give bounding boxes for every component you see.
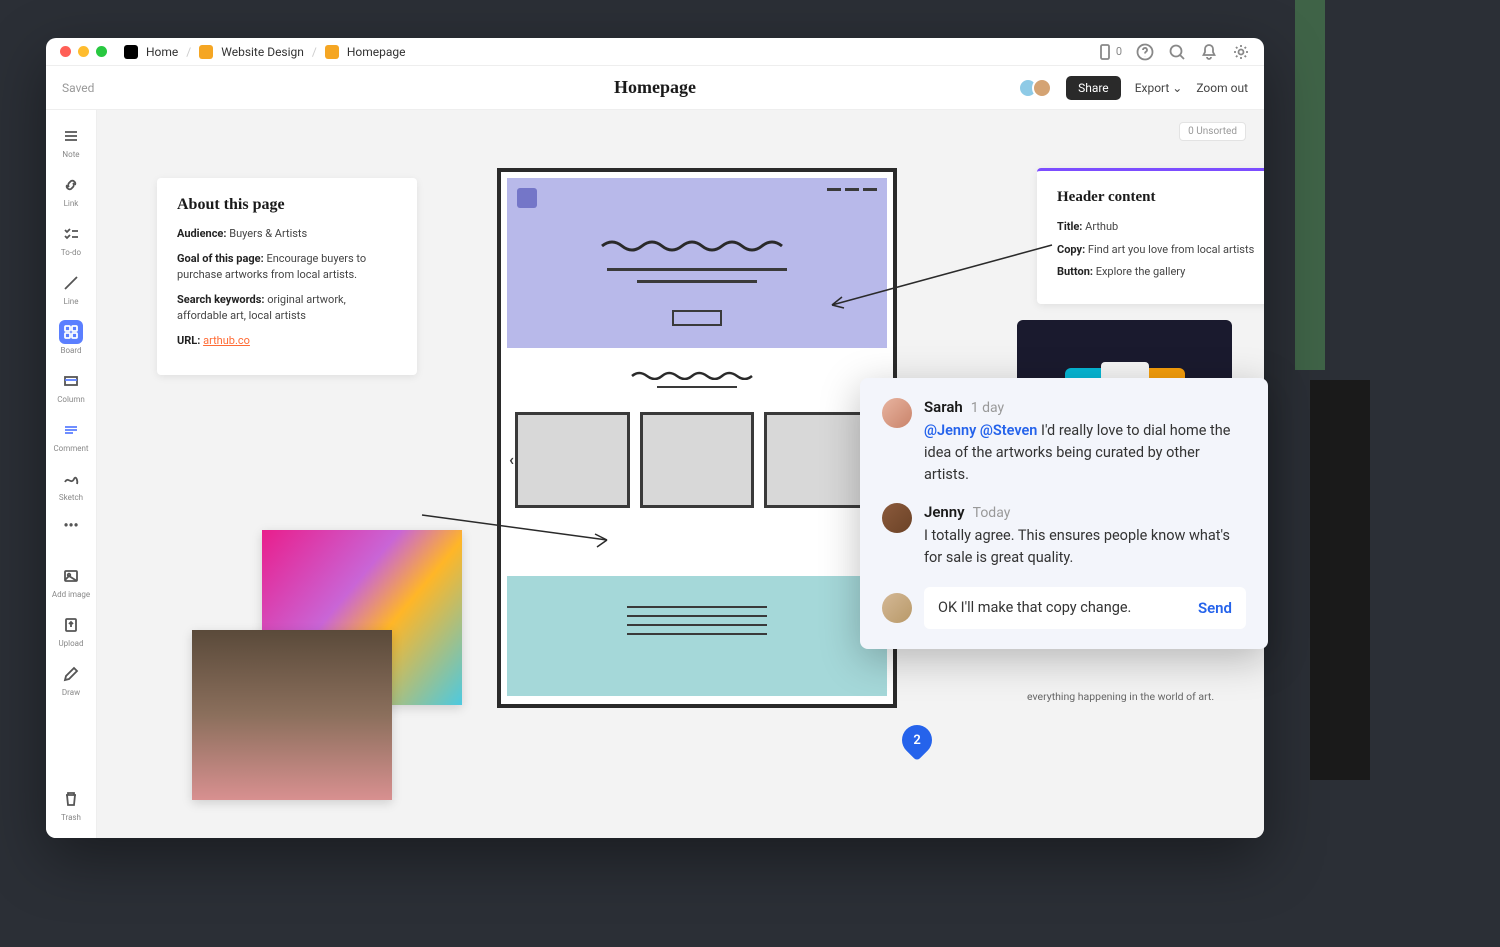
page-title: Homepage xyxy=(614,77,696,98)
minimize-icon[interactable] xyxy=(78,46,89,57)
avatar xyxy=(1032,78,1052,98)
link-icon xyxy=(59,173,83,197)
upload-icon xyxy=(59,613,83,637)
breadcrumb-page[interactable]: Homepage xyxy=(347,45,406,59)
tool-sketch[interactable]: Sketch xyxy=(50,461,92,508)
tool-todo[interactable]: To-do xyxy=(50,216,92,263)
wf-hero xyxy=(507,178,887,348)
footer-copy: everything happening in the world of art… xyxy=(1027,690,1264,705)
device-count[interactable]: 0 xyxy=(1096,43,1122,61)
window-controls xyxy=(60,46,107,57)
save-status: Saved xyxy=(62,81,94,95)
chat-message: Sarah1 day @Jenny @Steven I'd really lov… xyxy=(882,398,1246,485)
maximize-icon[interactable] xyxy=(96,46,107,57)
line-icon xyxy=(59,271,83,295)
wireframe-sketch[interactable]: ‹ xyxy=(497,168,897,708)
image-icon xyxy=(59,564,83,588)
wf-nav xyxy=(827,188,877,191)
avatar xyxy=(882,503,912,533)
chevron-left-icon: ‹ xyxy=(509,450,514,469)
page-icon xyxy=(325,45,339,59)
help-icon[interactable] xyxy=(1136,43,1154,61)
tool-draw[interactable]: Draw xyxy=(50,656,92,703)
breadcrumb-home[interactable]: Home xyxy=(146,45,178,59)
wf-cta xyxy=(672,310,722,326)
home-icon xyxy=(124,45,138,59)
mention-link[interactable]: @Jenny @Steven xyxy=(924,422,1037,439)
tool-note[interactable]: Note xyxy=(50,118,92,165)
todo-icon xyxy=(59,222,83,246)
squiggle-icon xyxy=(597,236,797,252)
export-button[interactable]: Export ⌄ xyxy=(1135,81,1183,95)
squiggle-icon xyxy=(627,368,767,380)
tool-add-image[interactable]: Add image xyxy=(50,558,92,605)
bell-icon[interactable] xyxy=(1200,43,1218,61)
share-button[interactable]: Share xyxy=(1066,76,1121,100)
image-cluster[interactable] xyxy=(192,530,492,820)
breadcrumb-project[interactable]: Website Design xyxy=(221,45,304,59)
tool-column[interactable]: Column xyxy=(50,363,92,410)
collaborator-avatars[interactable] xyxy=(1018,78,1052,98)
column-icon xyxy=(59,369,83,393)
tool-sidebar: Note Link To-do Line Board Column Commen… xyxy=(46,110,97,838)
tool-trash[interactable]: Trash xyxy=(50,781,92,828)
note-icon xyxy=(59,124,83,148)
gear-icon[interactable] xyxy=(1232,43,1250,61)
header-content-card[interactable]: Header content Title: Arthub Copy: Find … xyxy=(1037,168,1264,304)
send-button[interactable]: Send xyxy=(1198,599,1232,617)
pencil-icon xyxy=(59,662,83,686)
tool-upload[interactable]: Upload xyxy=(50,607,92,654)
about-card[interactable]: About this page Audience: Buyers & Artis… xyxy=(157,178,417,375)
wf-footer xyxy=(507,576,887,696)
board-icon xyxy=(59,320,83,344)
comment-pin[interactable]: 2 xyxy=(902,725,932,761)
artwork-photo[interactable] xyxy=(192,630,392,800)
avatar xyxy=(882,398,912,428)
comment-input[interactable]: OK I'll make that copy change. Send xyxy=(924,587,1246,629)
comment-thread[interactable]: Sarah1 day @Jenny @Steven I'd really lov… xyxy=(860,378,1268,649)
chat-message: JennyToday I totally agree. This ensures… xyxy=(882,503,1246,569)
search-icon[interactable] xyxy=(1168,43,1186,61)
url-link[interactable]: arthub.co xyxy=(203,334,250,347)
tool-more[interactable]: ••• xyxy=(50,510,92,542)
tool-link[interactable]: Link xyxy=(50,167,92,214)
tool-comment[interactable]: Comment xyxy=(50,412,92,459)
avatar xyxy=(882,593,912,623)
decorative-edge xyxy=(1295,0,1325,370)
unsorted-badge[interactable]: 0 Unsorted xyxy=(1179,122,1246,141)
trash-icon xyxy=(59,787,83,811)
phone-icon xyxy=(1096,43,1114,61)
sketch-icon xyxy=(59,467,83,491)
comment-icon xyxy=(59,418,83,442)
zoom-out-button[interactable]: Zoom out xyxy=(1196,81,1248,95)
tool-line[interactable]: Line xyxy=(50,265,92,312)
window-titlebar: Home / Website Design / Homepage 0 xyxy=(46,38,1264,66)
header-bar: Saved Homepage Share Export ⌄ Zoom out xyxy=(46,66,1264,110)
header-card-heading: Header content xyxy=(1057,189,1264,206)
about-heading: About this page xyxy=(177,196,397,214)
wf-logo xyxy=(517,188,537,208)
tool-board[interactable]: Board xyxy=(50,314,92,361)
close-icon[interactable] xyxy=(60,46,71,57)
breadcrumb: Home / Website Design / Homepage xyxy=(124,45,406,59)
decorative-shadow xyxy=(1310,380,1370,780)
wf-card-row xyxy=(515,412,879,508)
project-icon xyxy=(199,45,213,59)
